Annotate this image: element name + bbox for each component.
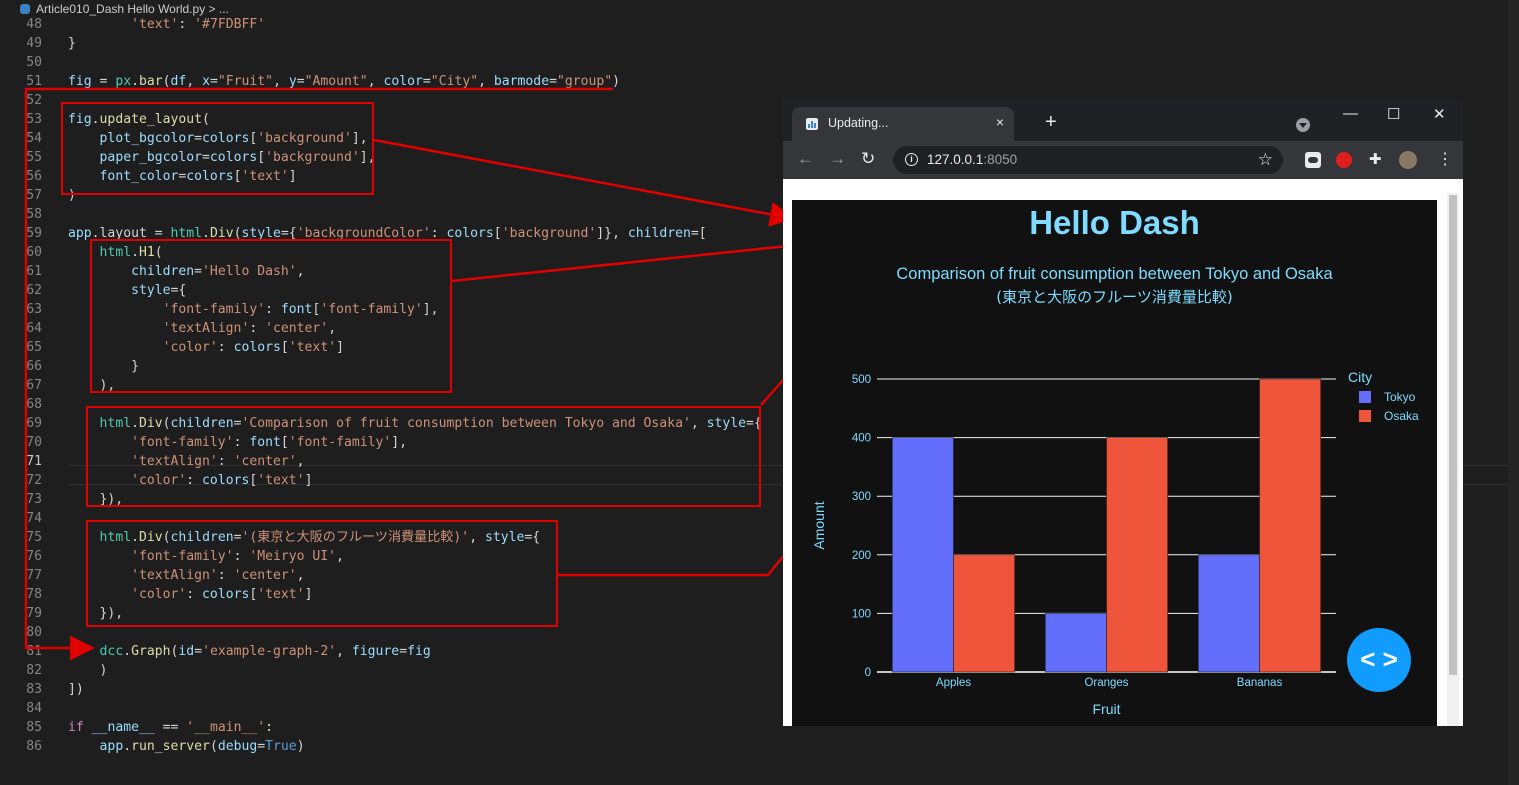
maximize-icon[interactable]: ☐ bbox=[1387, 105, 1400, 123]
x-tick-label: Oranges bbox=[1084, 677, 1128, 689]
forward-icon[interactable]: → bbox=[829, 149, 846, 169]
page-viewport: Hello Dash Comparison of fruit consumpti… bbox=[783, 179, 1463, 726]
dash-favicon-icon bbox=[806, 118, 818, 130]
tab-bar: Updating... × + — ☐ ✕ bbox=[783, 99, 1463, 141]
browser-toolbar: ← → ↻ i 127.0.0.1:8050 ☆ ✚ ⋮ bbox=[783, 141, 1463, 179]
y-tick-label: 400 bbox=[852, 433, 871, 445]
back-icon[interactable]: ← bbox=[797, 149, 814, 169]
bar-tokyo-apples[interactable] bbox=[892, 437, 954, 673]
url-host: 127.0.0.1 bbox=[927, 152, 984, 167]
page-title: Hello Dash bbox=[1029, 204, 1200, 241]
browser-tab[interactable]: Updating... × bbox=[792, 107, 1014, 141]
subtitle-japanese: (東京と大阪のフルーツ消費量比較) bbox=[996, 288, 1233, 306]
bar-osaka-oranges[interactable] bbox=[1106, 437, 1168, 673]
y-tick-label: 500 bbox=[852, 374, 871, 386]
reload-icon[interactable]: ↻ bbox=[861, 149, 875, 169]
close-window-icon[interactable]: ✕ bbox=[1433, 105, 1446, 123]
legend-label-tokyo[interactable]: Tokyo bbox=[1384, 390, 1416, 404]
x-tick-label: Bananas bbox=[1237, 677, 1283, 689]
new-tab-button[interactable]: + bbox=[1045, 112, 1057, 132]
site-info-icon[interactable]: i bbox=[905, 153, 918, 166]
adblock-extension-icon[interactable] bbox=[1336, 152, 1352, 168]
bar-tokyo-oranges[interactable] bbox=[1045, 613, 1107, 673]
subtitle-english: Comparison of fruit consumption between … bbox=[896, 265, 1333, 283]
address-bar[interactable]: i 127.0.0.1:8050 ☆ bbox=[893, 146, 1283, 174]
dash-app: Hello Dash Comparison of fruit consumpti… bbox=[792, 200, 1437, 726]
extension-icon[interactable] bbox=[1305, 152, 1321, 168]
minimize-icon[interactable]: — bbox=[1343, 105, 1358, 122]
y-axis-label: Amount bbox=[811, 501, 827, 549]
tab-title: Updating... bbox=[828, 116, 889, 130]
dash-debug-button[interactable]: < > bbox=[1347, 628, 1411, 692]
bar-tokyo-bananas[interactable] bbox=[1198, 554, 1260, 673]
legend-title: City bbox=[1348, 369, 1372, 385]
legend-swatch-osaka[interactable] bbox=[1359, 410, 1371, 422]
bar-osaka-apples[interactable] bbox=[953, 554, 1015, 673]
scrollbar-thumb[interactable] bbox=[1449, 195, 1457, 675]
y-tick-label: 100 bbox=[852, 608, 871, 620]
bar-osaka-bananas[interactable] bbox=[1259, 378, 1321, 673]
y-tick-label: 200 bbox=[852, 550, 871, 562]
profile-avatar[interactable] bbox=[1399, 151, 1417, 169]
legend-label-osaka[interactable]: Osaka bbox=[1384, 409, 1419, 423]
arrow-update-layout bbox=[373, 138, 795, 227]
bookmark-star-icon[interactable]: ☆ bbox=[1258, 150, 1273, 170]
url-port: :8050 bbox=[983, 152, 1018, 167]
url-text[interactable]: 127.0.0.1:8050 bbox=[927, 152, 1017, 167]
extensions-puzzle-icon[interactable]: ✚ bbox=[1369, 150, 1382, 168]
bar-chart[interactable]: 0 100 200 300 400 500 Apples Oranges Bananas Frui… bbox=[792, 345, 1437, 726]
y-tick-label: 0 bbox=[865, 667, 871, 679]
browser-window: Updating... × + — ☐ ✕ ← → ↻ i 127.0.0.1:… bbox=[783, 99, 1463, 726]
x-tick-label: Apples bbox=[936, 677, 971, 689]
arrow-fig-bracket bbox=[24, 87, 613, 661]
tab-close-icon[interactable]: × bbox=[996, 114, 1004, 130]
y-tick-label: 300 bbox=[852, 491, 871, 503]
legend-swatch-tokyo[interactable] bbox=[1359, 391, 1371, 403]
x-axis-label: Fruit bbox=[1093, 701, 1121, 717]
tab-search-icon[interactable] bbox=[1296, 118, 1310, 132]
browser-menu-icon[interactable]: ⋮ bbox=[1437, 149, 1453, 169]
